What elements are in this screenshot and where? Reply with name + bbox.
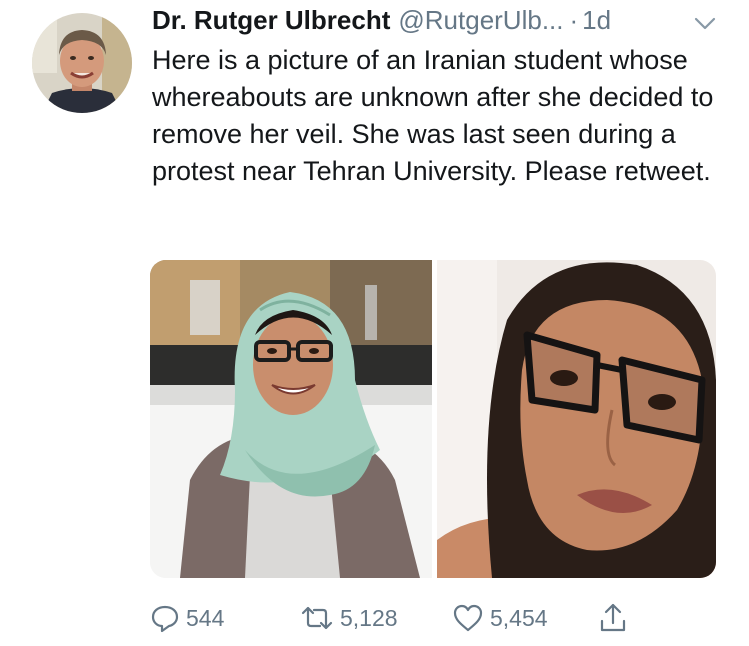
reply-icon [150, 603, 180, 633]
chevron-down-icon[interactable] [694, 16, 716, 32]
tweet: Dr. Rutger Ulbrecht @RutgerUlb... · 1d H… [0, 0, 749, 646]
tweet-text: Here is a picture of an Iranian student … [152, 45, 714, 186]
timestamp[interactable]: 1d [582, 5, 611, 36]
like-count: 5,454 [490, 604, 548, 631]
avatar[interactable] [32, 13, 132, 113]
share-button[interactable] [598, 598, 628, 638]
author-name[interactable]: Dr. Rutger Ulbrecht [152, 5, 390, 36]
reply-button[interactable]: 544 [150, 598, 224, 638]
tweet-photo-1[interactable] [150, 260, 432, 578]
like-button[interactable]: 5,454 [452, 598, 548, 638]
retweet-button[interactable]: 5,128 [300, 598, 398, 638]
tweet-header: Dr. Rutger Ulbrecht @RutgerUlb... · 1d [152, 5, 722, 41]
tweet-photo-2[interactable] [437, 260, 716, 578]
heart-icon [452, 603, 484, 633]
retweet-count: 5,128 [340, 604, 398, 631]
share-icon [598, 602, 628, 634]
tweet-actions: 544 5,128 5,454 [150, 598, 670, 638]
author-handle[interactable]: @RutgerUlb... [398, 5, 563, 36]
retweet-icon [300, 603, 334, 633]
separator-dot: · [569, 5, 579, 35]
reply-count: 544 [186, 604, 225, 631]
media-grid [150, 260, 716, 578]
